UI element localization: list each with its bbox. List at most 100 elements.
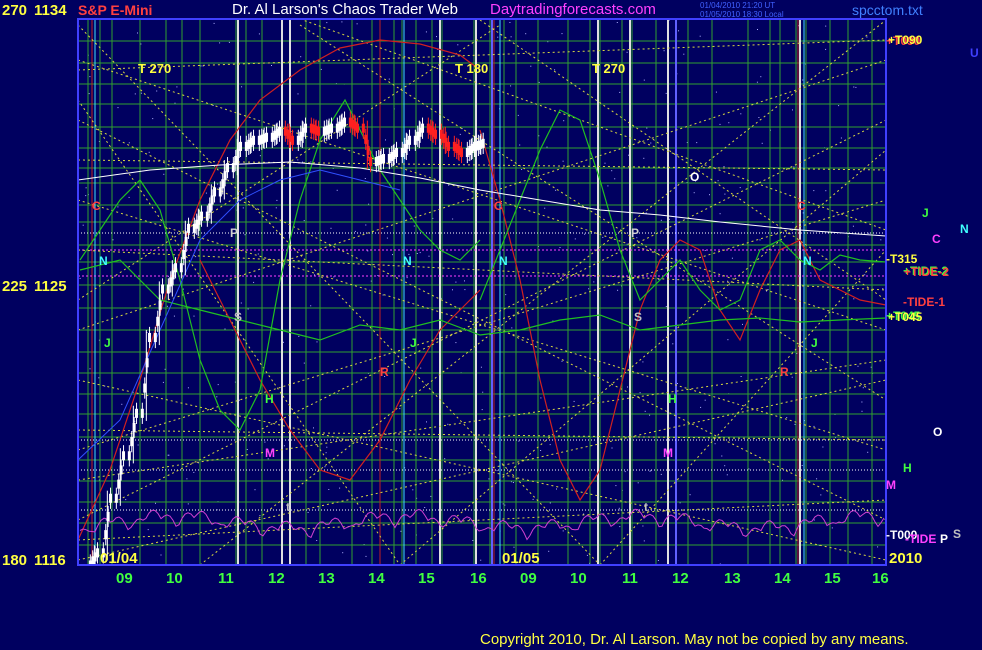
star [457, 44, 459, 46]
chart-title: Dr. Al Larson's Chaos Trader Web [232, 1, 459, 18]
candle-body [122, 451, 126, 461]
label-tide2: +TIDE-2 [904, 265, 950, 279]
mid-scale-label: 225 [2, 278, 28, 295]
star [367, 250, 369, 252]
candle-body [143, 383, 147, 393]
star [761, 142, 763, 144]
star [619, 526, 621, 528]
star [727, 280, 729, 282]
star [302, 161, 303, 163]
star [314, 274, 315, 276]
planet-h-2: H [668, 392, 677, 406]
star [392, 254, 393, 256]
star [822, 446, 824, 448]
star [709, 194, 710, 196]
star [586, 554, 588, 556]
star [297, 93, 299, 95]
star [162, 381, 164, 383]
candle-body [127, 451, 131, 461]
star [168, 275, 169, 277]
star [758, 117, 760, 118]
label-tide: -TIDE [905, 532, 937, 546]
star [838, 105, 840, 107]
star [728, 122, 730, 124]
diagonal-lines [78, 19, 886, 565]
star [563, 120, 565, 122]
planet-n-3: N [499, 254, 508, 268]
star [642, 361, 644, 363]
timestamp-1: 01/04/2010 21:20 UT [700, 1, 776, 10]
star [452, 289, 453, 291]
candle-body [218, 187, 222, 197]
planet-t: t [286, 500, 290, 514]
star [728, 283, 730, 285]
star [607, 185, 609, 187]
star [365, 555, 367, 557]
website-link[interactable]: Daytradingforecasts.com [490, 1, 656, 18]
star [364, 178, 366, 179]
star [481, 409, 483, 411]
star [283, 445, 285, 447]
candle-body [291, 135, 295, 145]
planet-c-right: C [932, 232, 941, 246]
star [413, 225, 415, 227]
hour-label-day1: 14 [368, 570, 385, 587]
star [258, 33, 260, 35]
candle-body [408, 135, 412, 145]
star [588, 288, 590, 290]
diagonal-line [399, 149, 886, 565]
star [715, 91, 717, 93]
planet-n: N [99, 254, 108, 268]
star [683, 53, 685, 55]
star [300, 56, 302, 58]
star [726, 474, 728, 476]
star [540, 450, 542, 451]
star [297, 159, 299, 161]
star [354, 230, 356, 232]
star [310, 468, 312, 469]
star [247, 308, 249, 310]
grid-lines [78, 19, 886, 565]
planet-s-2: S [634, 310, 643, 324]
star [862, 387, 864, 389]
star [614, 178, 616, 180]
star [480, 366, 482, 368]
star [861, 410, 863, 412]
star [555, 189, 557, 191]
planet-n-2: N [403, 254, 412, 268]
star [412, 489, 414, 491]
star [140, 92, 142, 94]
star [717, 180, 719, 182]
star [649, 470, 651, 472]
candle-body [226, 163, 230, 173]
star [333, 276, 335, 278]
candle-body [330, 123, 334, 133]
star [831, 527, 833, 529]
diagonal-line [78, 499, 886, 541]
star [719, 123, 721, 125]
star [193, 315, 195, 317]
planet-u-right: U [970, 46, 979, 60]
star [530, 65, 532, 67]
star [424, 507, 426, 508]
star [85, 187, 87, 189]
star [79, 277, 81, 279]
candle-body [481, 138, 485, 148]
hour-label-day2: 12 [672, 570, 689, 587]
marker-t270: T 270 [138, 61, 172, 76]
star [704, 250, 706, 251]
star [791, 376, 793, 378]
star [324, 466, 326, 468]
star [253, 281, 255, 283]
star [217, 384, 219, 386]
star [816, 478, 818, 480]
candle-body [117, 479, 121, 489]
star [562, 160, 564, 162]
star [241, 86, 243, 88]
hour-label-day2: 13 [724, 570, 741, 587]
star [868, 232, 870, 234]
star [166, 305, 168, 307]
star [205, 192, 207, 194]
hour-label-day1: 12 [268, 570, 285, 587]
candle-body [364, 134, 368, 144]
